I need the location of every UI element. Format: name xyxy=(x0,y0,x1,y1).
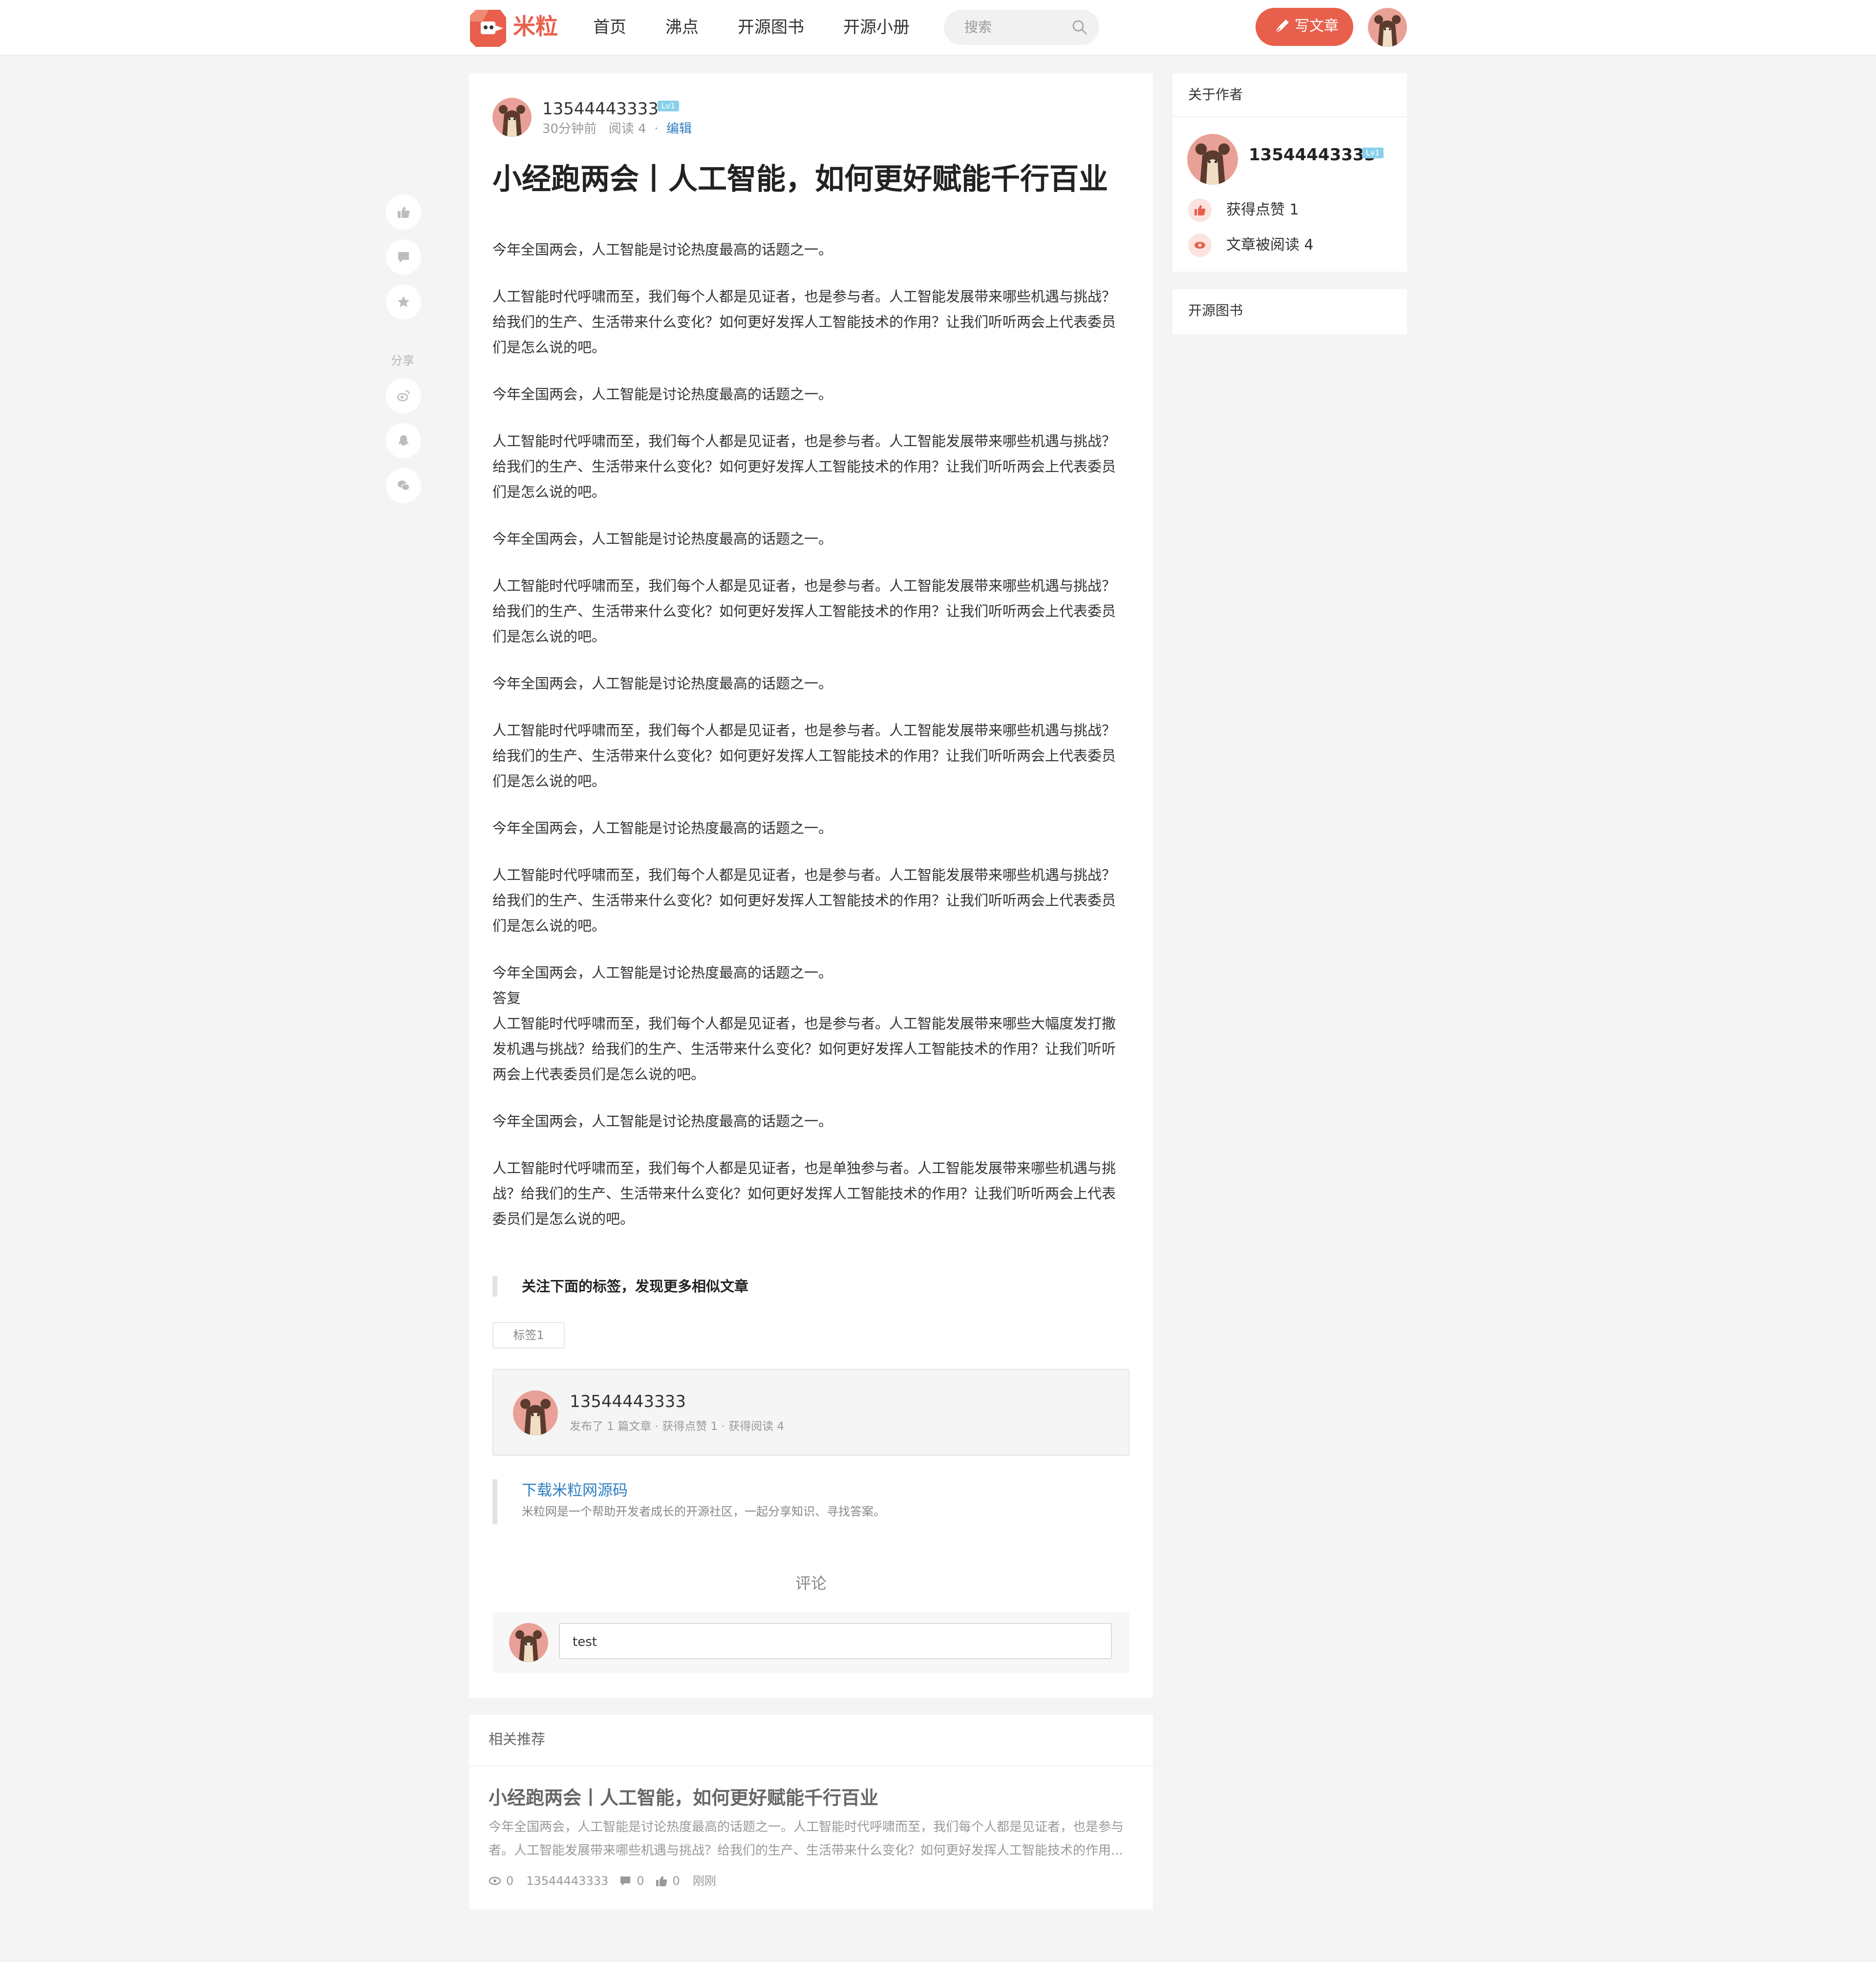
related-card: 相关推荐 小经跑两会丨人工智能，如何更好赋能千行百业 今年全国两会，人工智能是讨… xyxy=(469,1715,1153,1909)
sidebar-author-avatar[interactable] xyxy=(1187,134,1238,185)
views-count: 0 xyxy=(506,1874,514,1888)
likes-stat-text: 获得点赞 1 xyxy=(1226,201,1299,218)
article-paragraph: 今年全国两会，人工智能是讨论热度最高的话题之一。 xyxy=(492,820,833,836)
article-paragraph: 人工智能时代呼啸而至，我们每个人都是见证者，也是参与者。人工智能发展带来哪些机遇… xyxy=(492,288,1116,356)
share-label: 分享 xyxy=(391,354,414,367)
download-source-link[interactable]: 下载米粒网源码 xyxy=(522,1479,885,1502)
share-weibo-button[interactable] xyxy=(386,378,421,413)
likes-count: 0 xyxy=(672,1874,680,1888)
article-paragraph: 人工智能时代呼啸而至，我们每个人都是见证者，也是参与者。人工智能发展带来哪些机遇… xyxy=(492,577,1116,645)
sidebar-author-name[interactable]: 13544443333 xyxy=(1249,145,1376,165)
search-icon[interactable] xyxy=(1071,19,1088,36)
logo-icon[interactable] xyxy=(469,7,507,47)
search-placeholder: 搜索 xyxy=(964,19,992,35)
download-description: 米粒网是一个帮助开发者成长的开源社区，一起分享知识、寻找答案。 xyxy=(522,1505,885,1518)
qq-icon xyxy=(399,435,408,446)
eye-icon xyxy=(1194,242,1205,249)
like-button[interactable] xyxy=(386,194,421,230)
eye-icon xyxy=(489,1877,501,1885)
author-card[interactable]: 13544443333 发布了 1 篇文章 · 获得点赞 1 · 获得阅读 4 xyxy=(492,1369,1130,1456)
tags-heading: 关注下面的标签，发现更多相似文章 xyxy=(492,1276,748,1297)
comment-area: test xyxy=(492,1612,1130,1673)
related-heading: 相关推荐 xyxy=(489,1731,546,1748)
level-badge: Lv1 xyxy=(1362,148,1384,158)
favorite-button[interactable] xyxy=(386,284,421,320)
article-paragraph: 人工智能时代呼啸而至，我们每个人都是见证者，也是参与者。人工智能发展带来哪些机遇… xyxy=(492,867,1116,934)
pen-icon xyxy=(1275,20,1289,34)
article-paragraph: 人工智能时代呼啸而至，我们每个人都是见证者，也是参与者。人工智能发展带来哪些机遇… xyxy=(492,722,1116,789)
article-time: 30分钟前 xyxy=(542,122,597,136)
related-time: 刚刚 xyxy=(692,1874,716,1888)
about-author-card: 关于作者 13544443333 Lv1 获得点赞 1 文章被阅读 4 xyxy=(1172,73,1407,272)
article-card: 13544443333 Lv1 30分钟前 阅读 4 · 编辑 小经跑两会丨人工… xyxy=(469,73,1153,1698)
related-article-meta: 0 13544443333 0 0 刚刚 xyxy=(489,1871,716,1891)
author-card-name[interactable]: 13544443333 xyxy=(570,1391,686,1412)
article-body: 今年全国两会，人工智能是讨论热度最高的话题之一。 人工智能时代呼啸而至，我们每个… xyxy=(492,237,1128,1253)
article-paragraph: 今年全国两会，人工智能是讨论热度最高的话题之一。 xyxy=(492,531,833,547)
article-paragraph: 今年全国两会，人工智能是讨论热度最高的话题之一。 答复 人工智能时代呼啸而至，我… xyxy=(492,964,1116,1083)
article-meta: 30分钟前 阅读 4 · 编辑 xyxy=(542,120,692,138)
comments-count: 0 xyxy=(637,1874,644,1888)
thumbs-up-icon xyxy=(656,1876,667,1886)
share-qq-button[interactable] xyxy=(386,423,421,458)
likes-stat-badge xyxy=(1188,198,1212,222)
reads-stat-badge xyxy=(1188,234,1212,257)
nav-booklets[interactable]: 开源小册 xyxy=(843,16,910,39)
comment-input[interactable]: test xyxy=(559,1623,1112,1659)
article-paragraph: 今年全国两会，人工智能是讨论热度最高的话题之一。 xyxy=(492,241,833,258)
user-avatar[interactable] xyxy=(1368,8,1407,47)
download-callout: 下载米粒网源码 米粒网是一个帮助开发者成长的开源社区，一起分享知识、寻找答案。 xyxy=(492,1479,885,1524)
open-books-card: 开源图书 xyxy=(1172,289,1407,334)
thumbs-up-icon xyxy=(398,207,410,218)
meta-separator: · xyxy=(654,122,659,136)
author-card-stats: 发布了 1 篇文章 · 获得点赞 1 · 获得阅读 4 xyxy=(570,1420,785,1433)
search-input[interactable]: 搜索 xyxy=(944,10,1099,45)
article-paragraph: 今年全国两会，人工智能是讨论热度最高的话题之一。 xyxy=(492,675,833,692)
weibo-icon xyxy=(397,390,410,402)
divider xyxy=(1172,116,1407,117)
article-reads: 阅读 4 xyxy=(608,122,646,136)
comment-heading: 评论 xyxy=(795,1574,827,1593)
nav-home[interactable]: 首页 xyxy=(593,16,626,39)
related-author[interactable]: 13544443333 xyxy=(526,1871,608,1891)
comment-icon xyxy=(398,252,409,263)
write-article-button[interactable]: 写文章 xyxy=(1256,8,1353,46)
article-title: 小经跑两会丨人工智能，如何更好赋能千行百业 xyxy=(492,162,1108,196)
tag-chip[interactable]: 标签1 xyxy=(492,1322,565,1348)
wechat-icon xyxy=(398,480,410,491)
related-article-excerpt: 今年全国两会，人工智能是讨论热度最高的话题之一。人工智能时代呼啸而至，我们每个人… xyxy=(489,1820,1124,1858)
level-badge: Lv1 xyxy=(658,101,679,111)
article-paragraph: 今年全国两会，人工智能是讨论热度最高的话题之一。 xyxy=(492,1113,833,1130)
article-paragraph: 今年全国两会，人工智能是讨论热度最高的话题之一。 xyxy=(492,386,833,403)
about-author-heading: 关于作者 xyxy=(1188,86,1243,103)
logo-text[interactable]: 米粒 xyxy=(513,12,558,41)
comment-icon xyxy=(620,1877,631,1886)
comment-button[interactable] xyxy=(386,239,421,275)
nav-books[interactable]: 开源图书 xyxy=(738,16,804,39)
divider xyxy=(469,1766,1153,1767)
reads-stat-text: 文章被阅读 4 xyxy=(1226,236,1314,254)
author-avatar[interactable] xyxy=(492,98,532,137)
top-header: 米粒 首页 沸点 开源图书 开源小册 搜索 写文章 xyxy=(0,0,1876,56)
author-name[interactable]: 13544443333 xyxy=(542,99,659,119)
author-card-avatar[interactable] xyxy=(513,1390,558,1435)
commenter-avatar xyxy=(509,1623,548,1662)
related-article-title[interactable]: 小经跑两会丨人工智能，如何更好赋能千行百业 xyxy=(489,1783,878,1813)
article-paragraph: 人工智能时代呼啸而至，我们每个人都是见证者，也是参与者。人工智能发展带来哪些机遇… xyxy=(492,433,1116,500)
article-paragraph: 人工智能时代呼啸而至，我们每个人都是见证者，也是单独参与者。人工智能发展带来哪些… xyxy=(492,1160,1116,1227)
nav-pins[interactable]: 沸点 xyxy=(665,16,699,39)
edit-link[interactable]: 编辑 xyxy=(666,122,692,136)
open-books-heading[interactable]: 开源图书 xyxy=(1188,301,1243,320)
star-icon xyxy=(398,296,409,307)
write-article-label: 写文章 xyxy=(1295,18,1339,35)
share-wechat-button[interactable] xyxy=(386,468,421,503)
thumbs-up-icon xyxy=(1194,205,1206,215)
